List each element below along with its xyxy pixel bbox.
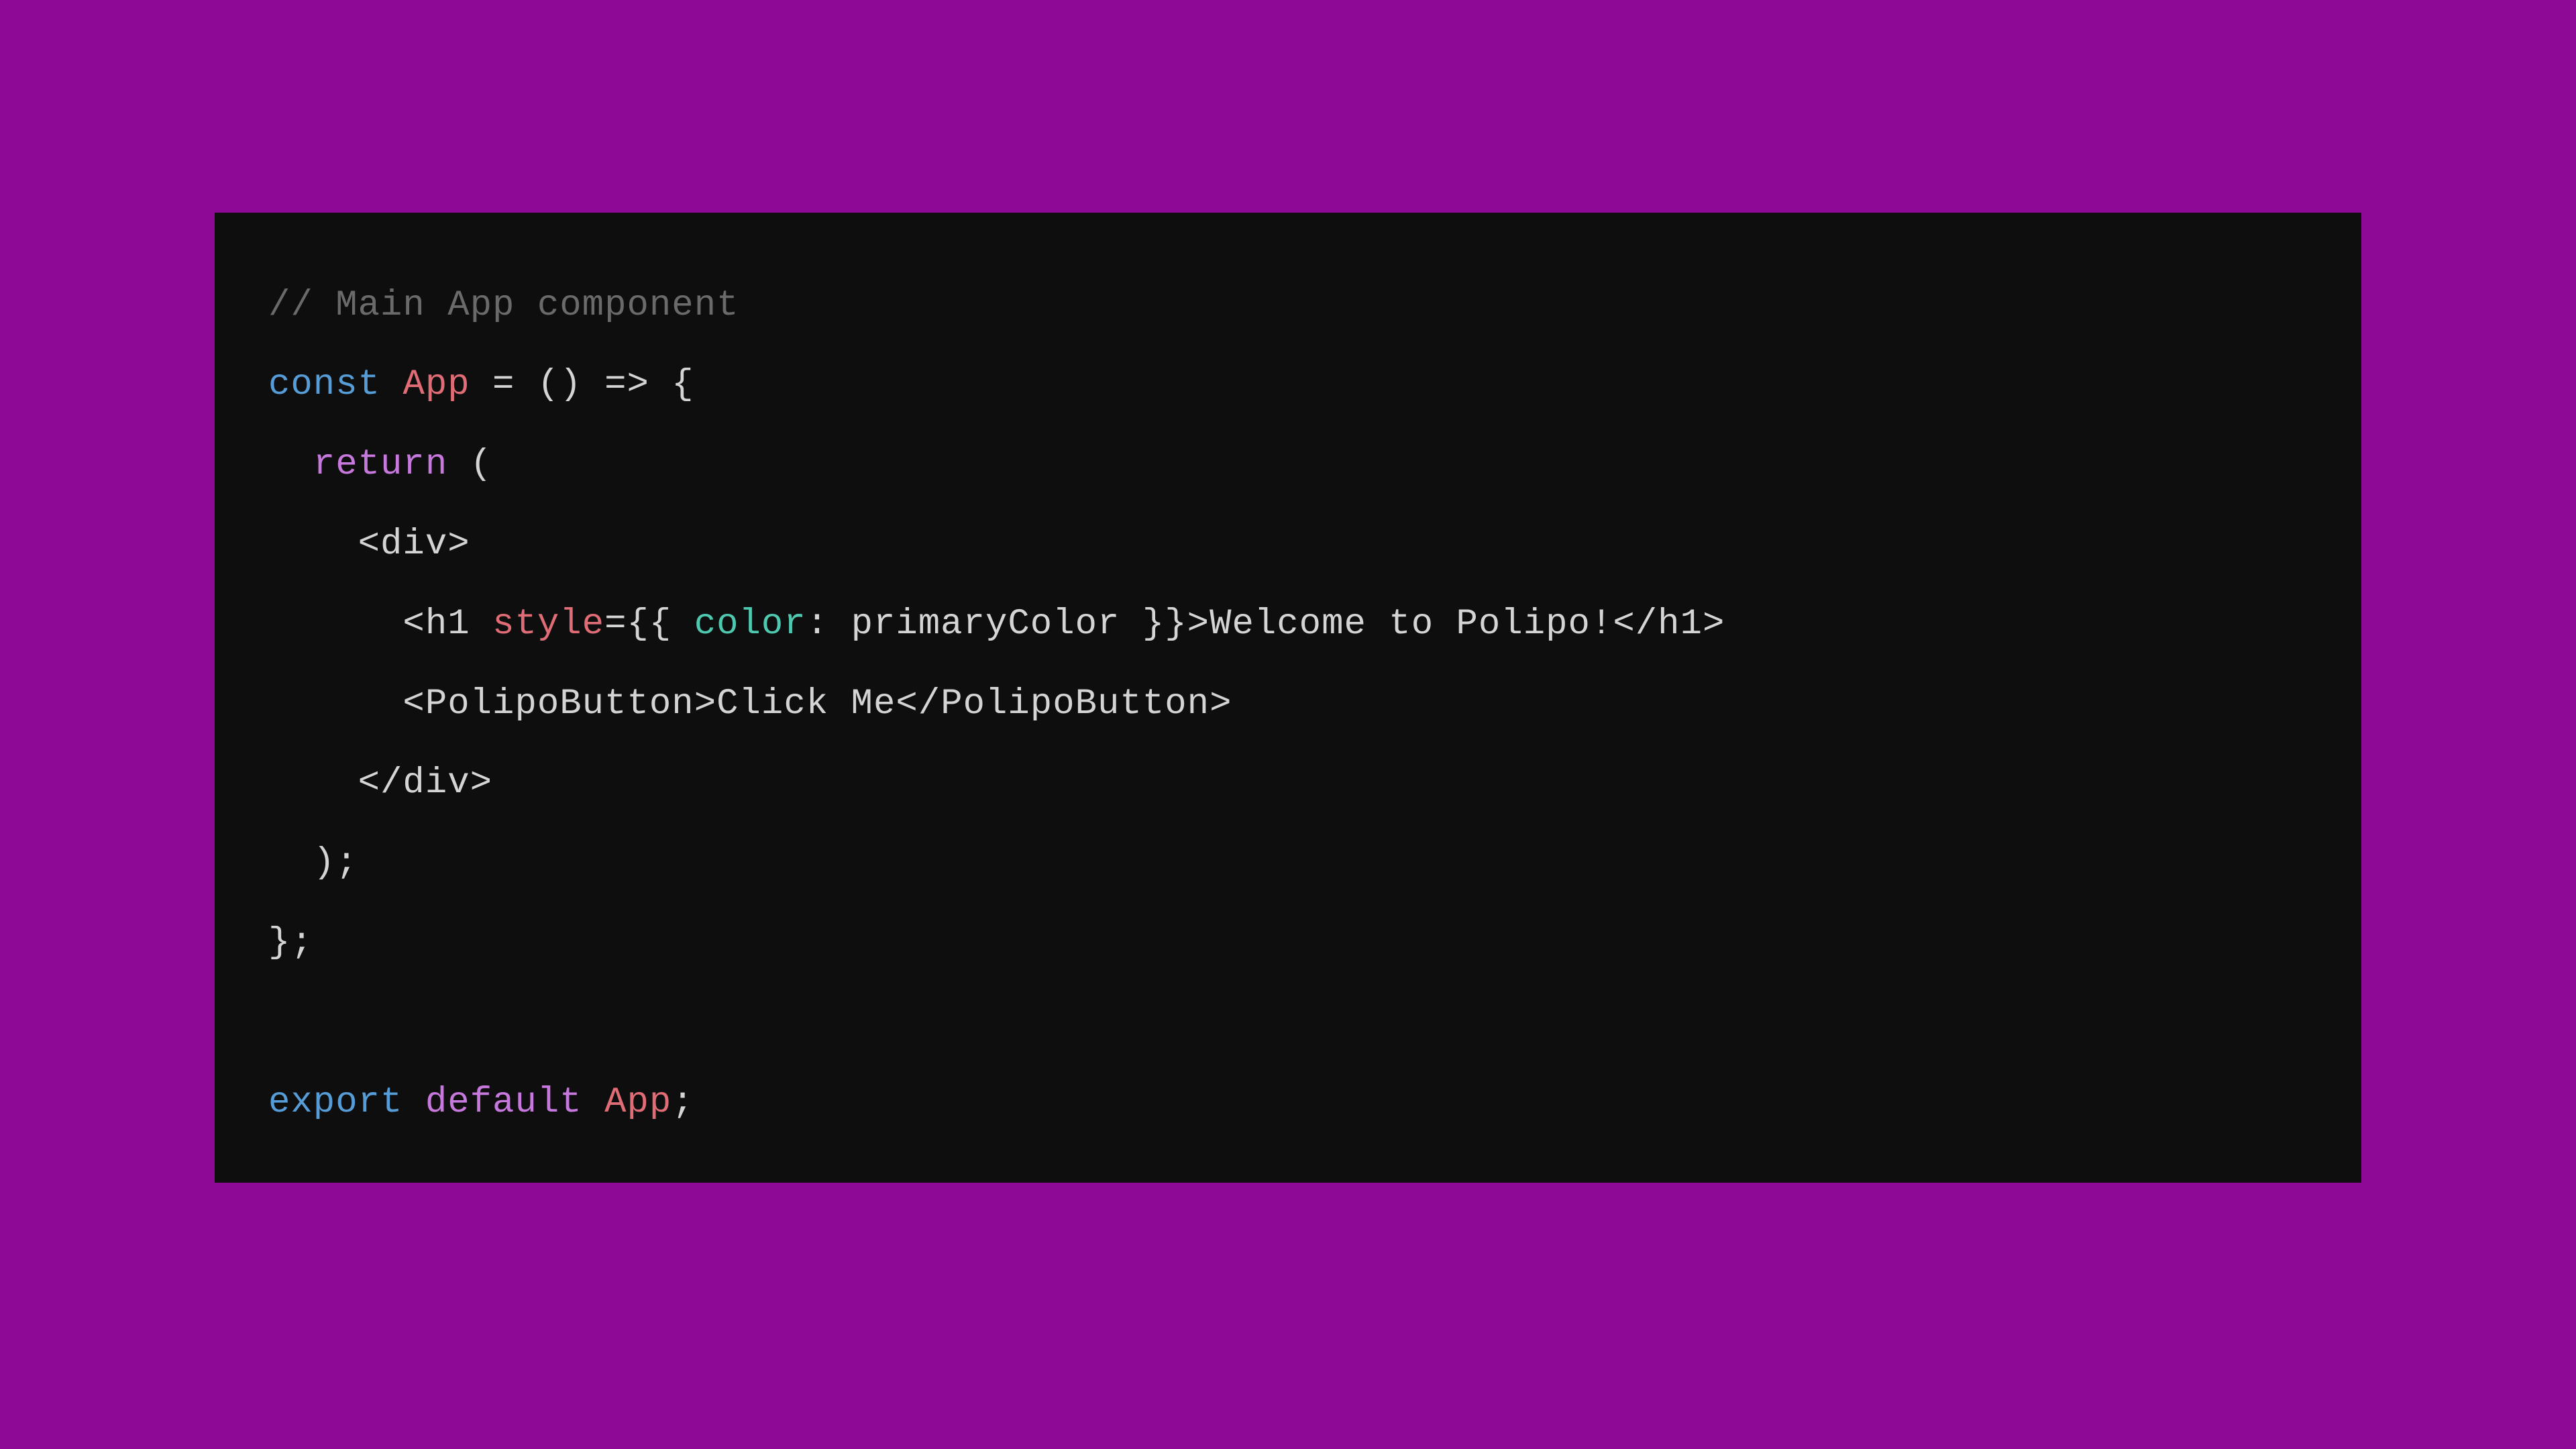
code-line-2: const App = () => { [268,345,2308,425]
app-export: App [604,1082,672,1123]
code-line-3: return ( [268,425,2308,505]
return-keyword: return [313,444,447,485]
code-line-4: <div> [268,505,2308,585]
div-open-tag: <div> [268,524,470,565]
code-line-8: ); [268,824,2308,904]
code-line-5: <h1 style={{ color: primaryColor }}>Welc… [268,585,2308,665]
h1-tag: h1 [425,604,470,645]
code-line-6: <PolipoButton>Click Me</PolipoButton> [268,665,2308,745]
export-keyword: export [268,1082,402,1123]
code-line-1: // Main App component [268,266,2308,346]
primary-color-var: primaryColor [851,604,1120,645]
code-line-11: export default App; [268,1063,2308,1143]
code-line-10 [268,983,2308,1063]
color-prop: color [694,604,806,645]
default-keyword: default [425,1082,582,1123]
welcome-text: Welcome to Polipo! [1210,604,1613,645]
div-close-tag: </div> [268,763,492,804]
style-attr: style [492,604,604,645]
click-me-text: Click Me [716,684,896,724]
code-line-7: </div> [268,744,2308,824]
code-line-9: }; [268,904,2308,983]
code-snippet: // Main App component const App = () => … [215,213,2361,1183]
app-identifier: App [402,364,470,405]
const-keyword: const [268,364,380,405]
comment-text: // Main App component [268,285,739,326]
polipo-button-tag: PolipoButton [425,684,694,724]
